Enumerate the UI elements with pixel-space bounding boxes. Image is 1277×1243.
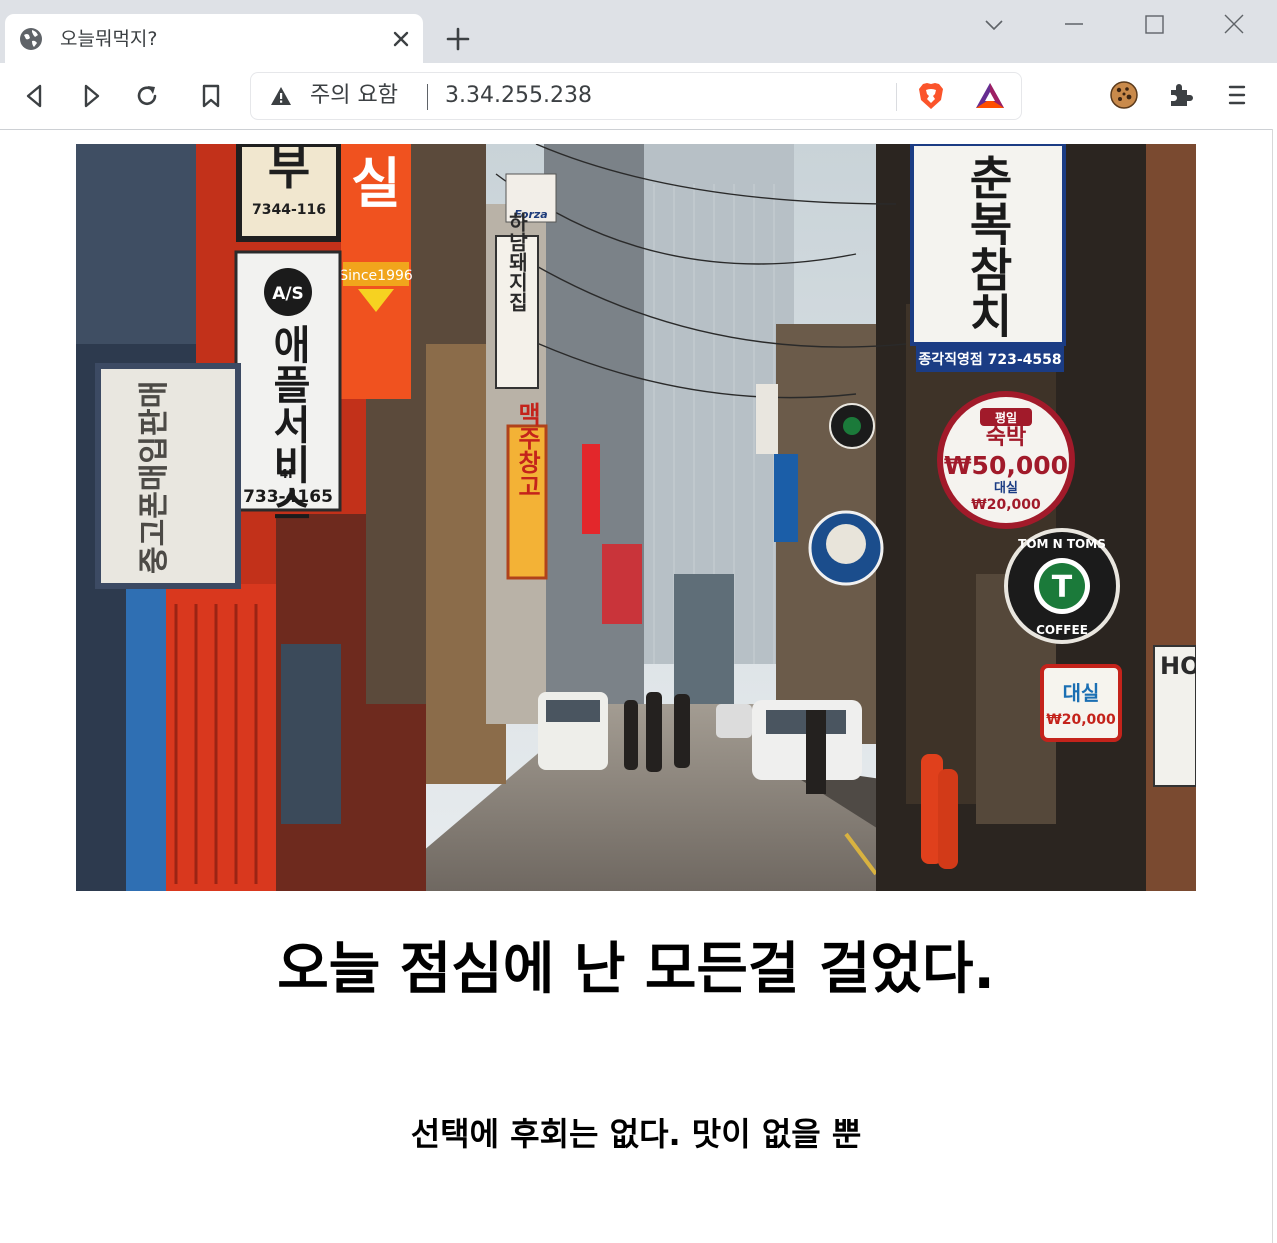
minimize-icon[interactable] [1059,10,1089,40]
sign-toms-logo: T [1052,570,1073,605]
sign-orange-since: Since1996 [339,268,413,284]
sign-motel-rent: 대실 [994,480,1018,496]
browser-tab[interactable]: 오늘뭐먹지? [5,14,423,63]
menu-icon[interactable] [1221,79,1253,111]
sign-top-left: 부 [268,144,310,195]
street-photo: 부 7344-116 실 Since1996 A/S 애플서비스 4F 733-… [76,144,1196,891]
close-window-icon[interactable] [1219,10,1249,40]
globe-icon [20,28,42,50]
sign-apple-logo: A/S [272,284,304,304]
sign-motel-price: ₩50,000 [944,451,1068,480]
hero-image: 부 7344-116 실 Since1996 A/S 애플서비스 4F 733-… [76,144,1196,891]
sign-rent-price: ₩20,000 [1046,712,1116,728]
tab-search-chevron-icon[interactable] [979,10,1009,40]
forward-icon[interactable] [77,82,105,110]
warning-icon[interactable] [270,86,292,106]
page-title: 오늘 점심에 난 모든걸 걸었다. [277,937,995,1002]
sign-motel-small: 평일 [995,411,1017,425]
sign-orange: 실 [351,152,401,215]
address-separator-right [896,83,897,111]
browser-toolbar: 주의 요함 3.34.255.238 [0,63,1277,130]
reload-icon[interactable] [133,82,161,110]
window-edge [1272,129,1277,1243]
sign-chunbok-branch: 종각직영점 723-4558 [918,351,1061,368]
brave-shields-icon[interactable] [915,80,947,112]
security-label[interactable]: 주의 요함 [310,81,398,111]
sign-apple-phone: 733-4165 [243,487,333,507]
tab-strip: 오늘뭐먹지? [0,0,1277,63]
sign-left-vertical: 중고폰매입판매 [137,381,172,574]
sign-hanam: 하남돼지집 [505,212,529,312]
extensions-puzzle-icon[interactable] [1165,79,1197,111]
brave-rewards-icon[interactable] [974,81,1006,111]
sign-beer: 맥주창고 [513,402,541,498]
address-bar[interactable]: 주의 요함 3.34.255.238 [250,72,1022,120]
sign-top-left-phone: 7344-116 [252,202,326,218]
address-separator [427,84,428,110]
sign-right-edge: HO [1160,652,1196,680]
sign-chunbok: 춘복참치 [961,154,1015,338]
bookmark-icon[interactable] [197,82,225,110]
maximize-icon[interactable] [1139,10,1169,40]
sign-toms-name: TOM N TOMS [1018,537,1106,551]
sign-motel-top: 숙박 [986,425,1026,450]
sign-motel-rent-price: ₩20,000 [971,497,1041,513]
sign-toms-coffee: COFFEE [1036,623,1088,637]
close-tab-icon[interactable] [389,27,413,51]
sign-apple-floor: 4F [280,467,297,481]
sign-rent-label: 대실 [1063,681,1100,705]
cookie-extension-icon[interactable] [1108,79,1140,111]
tab-title: 오늘뭐먹지? [60,28,158,50]
page-subtitle: 선택에 후회는 없다. 맛이 없을 뿐 [410,1115,862,1153]
back-icon[interactable] [21,82,49,110]
url-text[interactable]: 3.34.255.238 [445,81,592,111]
new-tab-icon[interactable] [444,25,472,53]
